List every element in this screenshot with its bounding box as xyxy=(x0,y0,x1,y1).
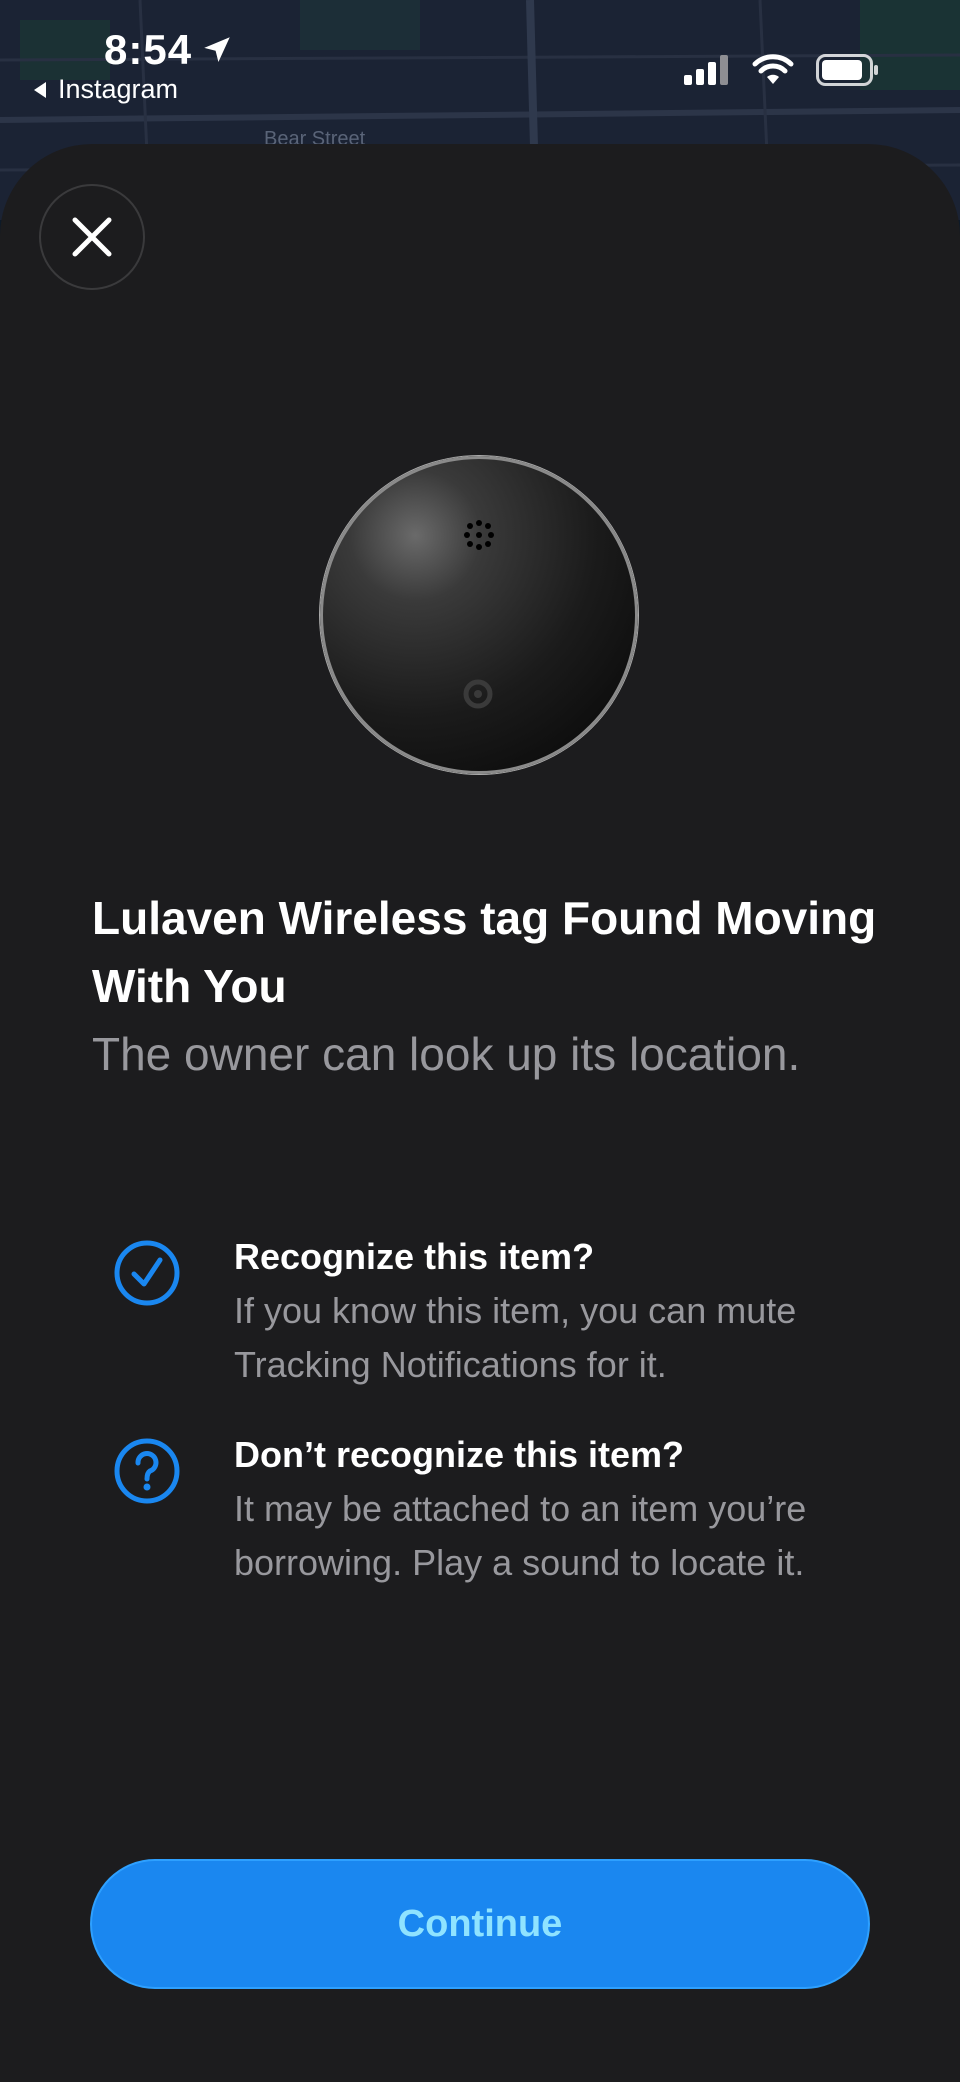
checkmark-circle-icon xyxy=(114,1240,180,1306)
tracker-tag-image xyxy=(320,456,638,774)
status-bar: 8:54 Instagram xyxy=(0,0,960,145)
status-time-group: 8:54 xyxy=(104,26,234,74)
dont-recognize-item-heading: Don’t recognize this item? xyxy=(234,1434,685,1475)
wifi-icon xyxy=(752,54,794,84)
alert-subtitle: The owner can look up its location. xyxy=(92,1028,801,1080)
continue-button[interactable]: Continue xyxy=(92,1861,868,1987)
alert-title: Lulaven Wireless tag Found Moving With Y… xyxy=(92,892,877,1012)
tag-logo-icon xyxy=(463,679,493,709)
close-button[interactable] xyxy=(39,184,145,290)
location-arrow-icon xyxy=(204,37,230,63)
question-circle-icon xyxy=(114,1438,180,1504)
back-app-label: Instagram xyxy=(58,74,179,104)
tag-speaker-dots-icon xyxy=(464,520,494,550)
cellular-signal-icon xyxy=(684,55,728,85)
dont-recognize-item-body: It may be attached to an item you’re bor… xyxy=(234,1488,807,1583)
recognize-item-heading: Recognize this item? xyxy=(234,1236,595,1277)
status-indicators xyxy=(684,54,880,86)
battery-icon xyxy=(816,54,878,86)
recognize-item-body: If you know this item, you can mute Trac… xyxy=(234,1290,797,1385)
status-time: 8:54 xyxy=(104,26,193,73)
dont-recognize-item-text: Don’t recognize this item? It may be att… xyxy=(234,1428,874,1590)
back-to-app-button[interactable]: Instagram xyxy=(30,74,178,105)
recognize-item-text: Recognize this item? If you know this it… xyxy=(234,1230,874,1392)
back-triangle-icon xyxy=(34,81,46,98)
close-icon xyxy=(72,217,112,257)
tracking-alert-sheet: Lulaven Wireless tag Found Moving With Y… xyxy=(0,144,960,2082)
